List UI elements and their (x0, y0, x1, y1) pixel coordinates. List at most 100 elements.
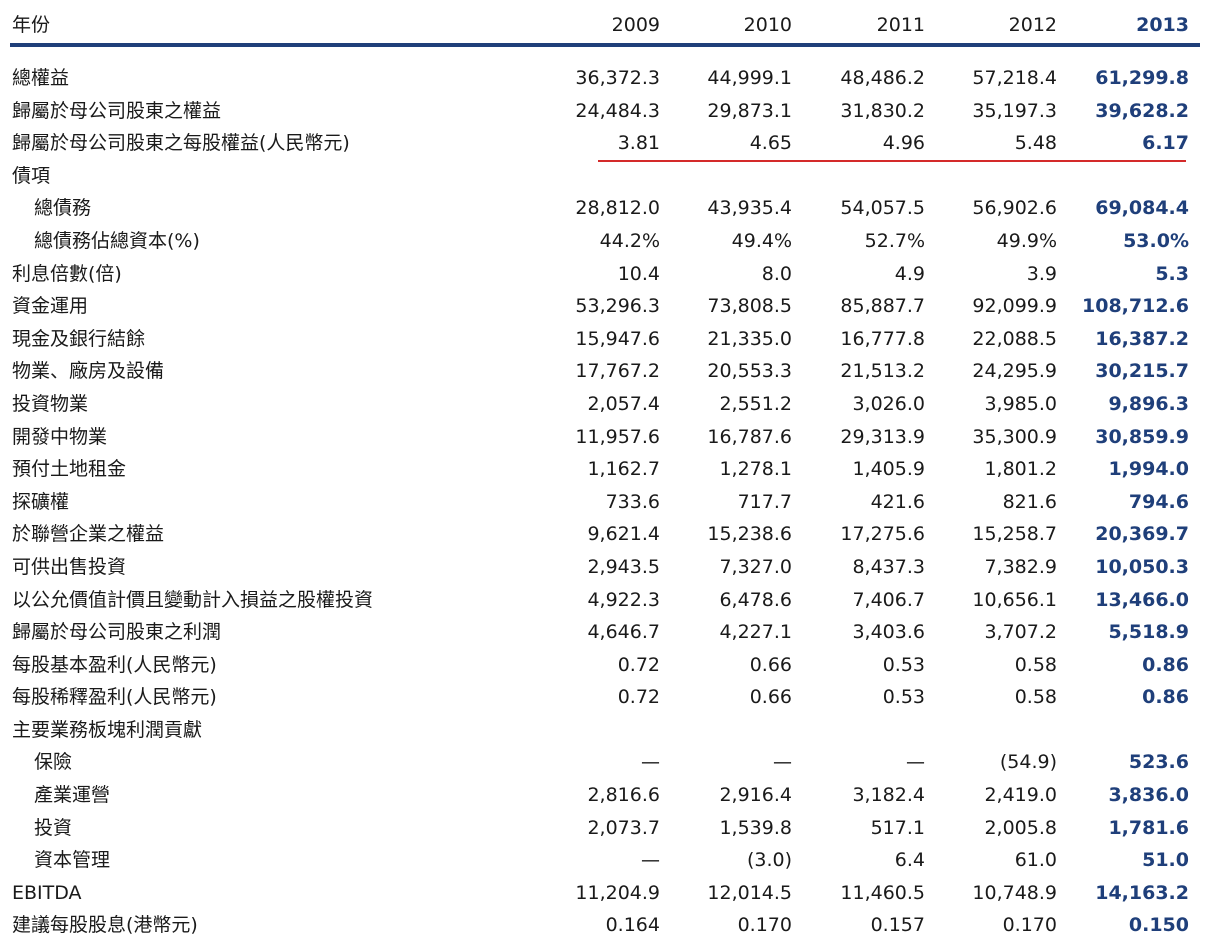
cell-2010: (3.0) (746, 849, 792, 872)
cell-2012: 10,656.1 (972, 588, 1057, 611)
cell-2010: 0.170 (737, 914, 792, 937)
cell-2009: 0.72 (617, 653, 660, 676)
row-label: 總權益 (12, 67, 70, 89)
row-label: 債項 (12, 164, 51, 187)
cell-2010: 4,227.1 (719, 621, 792, 644)
cell-2011: 6.4 (894, 849, 925, 872)
cell-2009: 2,816.6 (587, 784, 660, 807)
cell-2012: 57,218.4 (972, 67, 1057, 89)
cell-2013: 30,215.7 (1095, 360, 1189, 383)
cell-2010: 15,238.6 (707, 523, 792, 546)
cell-2009: 2,057.4 (587, 392, 660, 415)
cell-2013: 5,518.9 (1108, 621, 1189, 644)
cell-2012: 24,295.9 (972, 360, 1057, 383)
cell-2012: 49.9% (996, 229, 1057, 252)
cell-2010: 2,916.4 (719, 784, 792, 807)
row-label: 投資 (34, 816, 73, 839)
cell-2013: 16,387.2 (1095, 327, 1189, 350)
cell-2009: 36,372.3 (575, 67, 660, 89)
cell-2012: 0.58 (1014, 653, 1057, 676)
cell-2010: 6,478.6 (719, 588, 792, 611)
year-2013: 2013 (1136, 14, 1189, 36)
cell-2012: 1,801.2 (984, 458, 1057, 481)
cell-2013: 108,712.6 (1082, 295, 1189, 318)
cell-2013: 523.6 (1128, 751, 1189, 774)
cell-2012: 3.9 (1026, 262, 1057, 285)
cell-2012: 15,258.7 (972, 523, 1057, 546)
row-label: 歸屬於母公司股東之權益 (12, 99, 222, 122)
cell-2011: 1,405.9 (852, 458, 925, 481)
cell-2010: 16,787.6 (707, 425, 792, 448)
year-2012: 2012 (1008, 14, 1057, 36)
cell-2009: 15,947.6 (575, 327, 660, 350)
table-header: 年份 2009 2010 2011 2012 2013 (10, 0, 1200, 44)
table-row: 保險 — — — (54.9) 523.6 (10, 746, 1200, 779)
cell-2009: 9,621.4 (587, 523, 660, 546)
cell-2012: 0.170 (1002, 914, 1057, 937)
table-row: EBITDA 11,204.9 12,014.5 11,460.5 10,748.9 14… (10, 877, 1200, 910)
cell-2010: 21,335.0 (707, 327, 792, 350)
cell-2010: 1,539.8 (719, 816, 792, 839)
header-label: 年份 (12, 14, 51, 36)
table-row: 於聯營企業之權益 9,621.4 15,238.6 17,275.6 15,258.7 2… (10, 518, 1200, 551)
table-row: 可供出售投資 2,943.5 7,327.0 8,437.3 7,382.9 10,050… (10, 551, 1200, 584)
row-label: 於聯營企業之權益 (12, 523, 165, 546)
cell-2012: 2,005.8 (984, 816, 1057, 839)
header-divider (10, 43, 1200, 47)
row-label: 以公允價值計價且變動計入損益之股權投資 (12, 588, 374, 611)
cell-2013: 3,836.0 (1108, 784, 1189, 807)
cell-2012: 0.58 (1014, 686, 1057, 709)
row-label: 保險 (34, 751, 73, 774)
cell-2012: 56,902.6 (972, 197, 1057, 220)
cell-2011: 4.9 (894, 262, 925, 285)
row-label: 建議每股股息(港幣元) (12, 914, 198, 937)
row-label: 產業運營 (34, 784, 111, 807)
cell-2013: 1,781.6 (1108, 816, 1189, 839)
cell-2009: 0.164 (605, 914, 660, 937)
cell-2010: 8.0 (761, 262, 792, 285)
cell-2011: — (906, 751, 925, 774)
cell-2012: 35,300.9 (972, 425, 1057, 448)
row-label: 現金及銀行結餘 (12, 327, 146, 350)
cell-2011: 7,406.7 (852, 588, 925, 611)
table-row: 每股稀釋盈利(人民幣元) 0.72 0.66 0.53 0.58 0.86 (10, 681, 1200, 714)
cell-2009: 3.81 (617, 132, 660, 155)
cell-2009: 28,812.0 (575, 197, 660, 220)
cell-2009: 17,767.2 (575, 360, 660, 383)
cell-2012: (54.9) (999, 751, 1057, 774)
cell-2013: 0.86 (1142, 653, 1189, 676)
table-row: 資本管理 — (3.0) 6.4 61.0 51.0 (10, 844, 1200, 877)
cell-2009: 4,646.7 (587, 621, 660, 644)
cell-2011: 4.96 (882, 132, 925, 155)
row-label: 利息倍數(倍) (12, 262, 122, 285)
cell-2009: 733.6 (605, 490, 660, 513)
row-label: 資本管理 (34, 849, 111, 872)
cell-2011: 3,182.4 (852, 784, 925, 807)
table-row: 歸屬於母公司股東之利潤 4,646.7 4,227.1 3,403.6 3,707.2 5… (10, 616, 1200, 649)
cell-2013: 10,050.3 (1095, 555, 1189, 578)
cell-2010: 43,935.4 (707, 197, 792, 220)
cell-2010: 12,014.5 (707, 881, 792, 904)
cell-2010: 0.66 (749, 653, 792, 676)
cell-2011: 16,777.8 (840, 327, 925, 350)
table-row: 歸屬於母公司股東之每股權益(人民幣元) 3.81 4.65 4.96 5.48 6.17 (10, 127, 1200, 160)
cell-2011: 31,830.2 (840, 99, 925, 122)
cell-2011: 17,275.6 (840, 523, 925, 546)
cell-2009: — (641, 849, 660, 872)
cell-2009: 11,204.9 (575, 881, 660, 904)
table-row: 開發中物業 11,957.6 16,787.6 29,313.9 35,300.9 30,… (10, 421, 1200, 454)
cell-2012: 3,707.2 (984, 621, 1057, 644)
table-body: 總權益 36,372.3 44,999.1 48,486.2 57,218.4 61,29… (10, 62, 1200, 942)
cell-2010: 73,808.5 (707, 295, 792, 318)
cell-2013: 0.150 (1128, 914, 1189, 937)
table-row: 現金及銀行結餘 15,947.6 21,335.0 16,777.8 22,088.5 1… (10, 323, 1200, 356)
cell-2009: 24,484.3 (575, 99, 660, 122)
cell-2010: 4.65 (749, 132, 792, 155)
cell-2011: 29,313.9 (840, 425, 925, 448)
cell-2009: 53,296.3 (575, 295, 660, 318)
cell-2013: 69,084.4 (1095, 197, 1189, 220)
table-row: 歸屬於母公司股東之權益 24,484.3 29,873.1 31,830.2 35,19… (10, 95, 1200, 128)
cell-2013: 9,896.3 (1108, 392, 1189, 415)
table-row: 總債務 28,812.0 43,935.4 54,057.5 56,902.6 69,08… (10, 192, 1200, 225)
cell-2013: 51.0 (1142, 849, 1189, 872)
